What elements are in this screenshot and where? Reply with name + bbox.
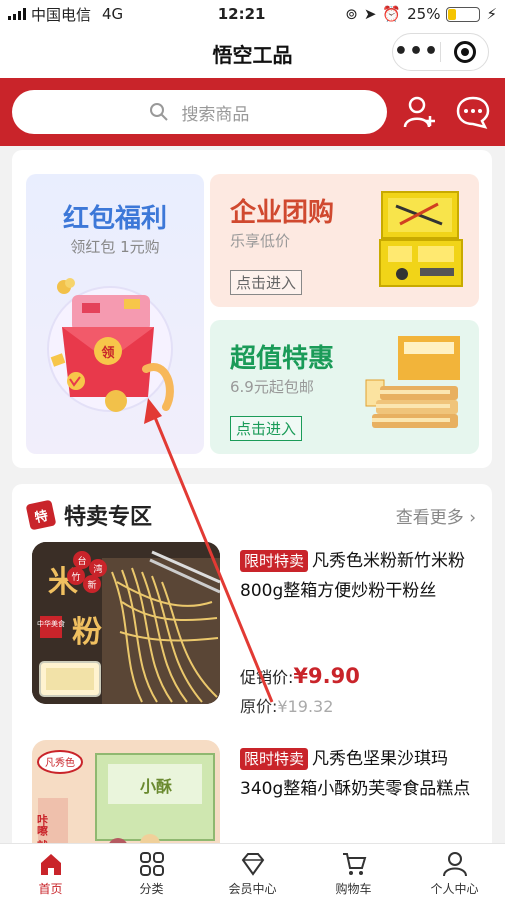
product-image-brand: 凡秀色 bbox=[45, 756, 75, 769]
battery-percent: 25% bbox=[407, 5, 441, 23]
alarm-icon: ⏰ bbox=[382, 5, 402, 23]
search-input[interactable]: 搜索商品 bbox=[12, 90, 387, 134]
product-info: 限时特卖 凡秀色米粉新竹米粉800g整箱方便炒粉干粉丝 bbox=[240, 546, 472, 606]
miniprogram-capsule: ••• bbox=[392, 33, 489, 71]
sale-price: ¥9.90 bbox=[293, 664, 360, 688]
user-icon bbox=[442, 852, 467, 877]
original-price-label: 原价: bbox=[240, 697, 278, 716]
carrier: 中国电信 bbox=[31, 5, 92, 24]
tab-label: 会员中心 bbox=[228, 882, 277, 896]
search-placeholder: 搜索商品 bbox=[181, 104, 250, 125]
product-image-box: 小酥 bbox=[140, 777, 172, 796]
redpacket-subtitle: 领红包 1元购 bbox=[70, 238, 160, 256]
deal-card[interactable]: 超值特惠 6.9元起包邮 点击进入 bbox=[210, 320, 479, 454]
view-more-link[interactable]: 查看更多 › bbox=[396, 503, 476, 528]
signal-icon bbox=[8, 8, 26, 20]
charging-icon: ⚡ bbox=[486, 5, 497, 23]
lock-rotation-icon: ⊚ bbox=[345, 5, 358, 23]
sale-tag-icon: 特 bbox=[25, 499, 57, 531]
product-image-sub: 中华美食 bbox=[37, 619, 65, 628]
promo-section: 红包福利 领红包 1元购 领 企业团购 乐享低价 点击进入 超值特惠 6.9元起… bbox=[12, 150, 492, 468]
chat-icon bbox=[457, 96, 490, 129]
nav-bar: 悟空工品 ••• bbox=[0, 28, 505, 78]
original-price-row: 原价:¥19.32 bbox=[240, 693, 333, 717]
toolbox-image bbox=[379, 191, 463, 287]
location-icon: ➤ bbox=[363, 5, 377, 23]
product-info: 限时特卖 凡秀色坚果沙琪玛340g整箱小酥奶芙零食品糕点 bbox=[240, 744, 472, 804]
message-button[interactable] bbox=[454, 92, 493, 132]
tab-label: 首页 bbox=[38, 882, 63, 896]
bread-image bbox=[365, 336, 460, 428]
original-price: ¥19.32 bbox=[277, 697, 334, 716]
product-image-tag: 湾 bbox=[93, 563, 102, 575]
tab-label: 个人中心 bbox=[430, 882, 479, 896]
battery-icon bbox=[446, 6, 481, 22]
redpacket-title: 红包福利 bbox=[62, 204, 167, 234]
page-title: 悟空工品 bbox=[212, 42, 293, 67]
tab-profile[interactable]: 个人中心 bbox=[404, 844, 505, 906]
product-title: 限时特卖 凡秀色坚果沙琪玛340g整箱小酥奶芙零食品糕点 bbox=[240, 744, 472, 804]
enterprise-title: 企业团购 bbox=[230, 198, 335, 228]
tab-category[interactable]: 分类 bbox=[101, 844, 202, 906]
grid-icon bbox=[139, 852, 164, 876]
product-image-tag: 竹 bbox=[71, 571, 80, 583]
enterprise-enter-button[interactable]: 点击进入 bbox=[230, 270, 303, 295]
search-header: 搜索商品 bbox=[0, 78, 505, 146]
status-time: 12:21 bbox=[217, 5, 266, 23]
product-title: 限时特卖 凡秀色米粉新竹米粉800g整箱方便炒粉干粉丝 bbox=[240, 546, 472, 606]
tab-cart[interactable]: 购物车 bbox=[303, 844, 404, 906]
redpacket-card[interactable]: 红包福利 领红包 1元购 领 bbox=[26, 174, 204, 454]
deal-title: 超值特惠 bbox=[230, 344, 335, 374]
close-miniprogram-button[interactable] bbox=[441, 41, 488, 63]
special-sale-section: 特 特卖专区 查看更多 › 米 粉 台 湾 新 竹 中华美食 限时特卖 凡秀色米… bbox=[12, 484, 492, 864]
product-image-char: 粉 bbox=[72, 615, 102, 650]
redpacket-illustration: 领 bbox=[47, 278, 174, 412]
product-image-tag: 台 bbox=[77, 555, 86, 567]
sale-header: 特 特卖专区 查看更多 › bbox=[12, 484, 492, 546]
product-image: 米 粉 台 湾 新 竹 中华美食 bbox=[32, 542, 220, 704]
add-user-button[interactable] bbox=[401, 92, 440, 132]
flash-sale-badge: 限时特卖 bbox=[240, 550, 309, 572]
tab-label: 购物车 bbox=[335, 882, 372, 896]
deal-subtitle: 6.9元起包邮 bbox=[230, 378, 314, 396]
product-card[interactable]: 米 粉 台 湾 新 竹 中华美食 限时特卖 凡秀色米粉新竹米粉800g整箱方便炒粉… bbox=[32, 542, 472, 716]
tab-home[interactable]: 首页 bbox=[0, 844, 101, 906]
flash-sale-badge: 限时特卖 bbox=[240, 748, 309, 770]
tab-membership[interactable]: 会员中心 bbox=[202, 844, 303, 906]
bottom-tab-bar: 首页 分类 会员中心 购物车 个人中心 bbox=[0, 843, 505, 906]
status-bar: 中国电信 4G 12:21 ⊚ ➤ ⏰ 25% ⚡ bbox=[0, 0, 505, 28]
redpacket-badge: 领 bbox=[101, 345, 114, 361]
enterprise-card[interactable]: 企业团购 乐享低价 点击进入 bbox=[210, 174, 479, 307]
product-image-tag: 新 bbox=[87, 579, 96, 591]
add-user-icon bbox=[404, 96, 436, 128]
sale-title: 特卖专区 bbox=[64, 505, 153, 530]
deal-enter-button[interactable]: 点击进入 bbox=[230, 416, 303, 441]
search-icon bbox=[150, 103, 169, 121]
cart-icon bbox=[342, 853, 366, 875]
ellipsis-icon[interactable]: ••• bbox=[393, 41, 440, 63]
diamond-icon bbox=[241, 853, 264, 876]
sale-price-row: 促销价:¥9.90 bbox=[240, 664, 360, 688]
sale-price-label: 促销价: bbox=[240, 668, 294, 687]
enterprise-subtitle: 乐享低价 bbox=[230, 232, 291, 250]
home-icon bbox=[40, 854, 61, 875]
tab-label: 分类 bbox=[139, 882, 164, 896]
target-icon bbox=[453, 41, 476, 63]
network-type: 4G bbox=[102, 5, 124, 23]
